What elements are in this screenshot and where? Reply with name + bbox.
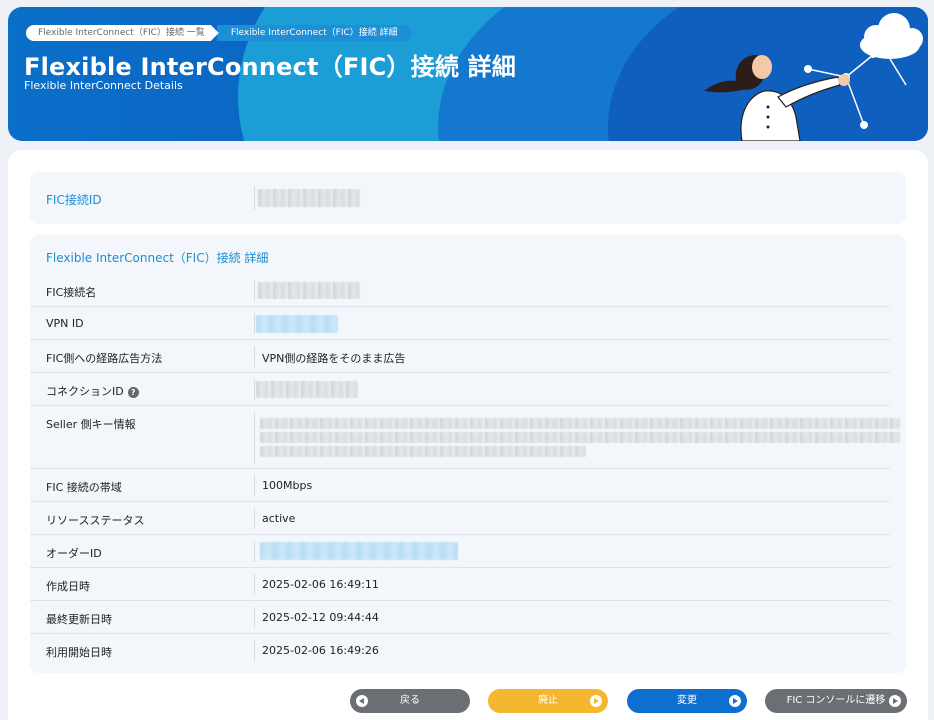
back-button-label: 戻る — [400, 695, 420, 706]
cancel-button[interactable]: 廃止 — [488, 689, 608, 713]
page-title: Flexible InterConnect（FIC）接続 詳細 — [24, 53, 516, 81]
updated-at-value: 2025-02-12 09:44:44 — [262, 611, 379, 624]
row-label: 最終更新日時 — [46, 613, 112, 626]
row-label: 作成日時 — [46, 580, 90, 593]
detail-card: Flexible InterConnect（FIC）接続 詳細 FIC接続名 V… — [30, 235, 906, 673]
row-label: FIC側への経路広告方法 — [46, 352, 163, 365]
arrow-left-icon — [356, 695, 368, 707]
resource-status-value: active — [262, 512, 296, 525]
detail-row-updated-at: 最終更新日時 2025-02-12 09:44:44 — [30, 601, 890, 634]
help-icon[interactable]: ? — [127, 387, 139, 398]
fic-id-card: FIC接続ID — [30, 172, 906, 224]
fic-console-button-label: FIC コンソールに遷移 — [786, 695, 886, 706]
divider — [254, 186, 255, 210]
divider — [254, 640, 255, 661]
row-label: FIC接続名 — [46, 286, 97, 299]
row-label: オーダーID — [46, 547, 102, 560]
divider — [254, 508, 255, 529]
divider — [254, 280, 255, 301]
arrow-right-icon — [590, 695, 602, 707]
order-id-link-redacted[interactable] — [260, 542, 458, 560]
divider — [254, 313, 255, 334]
seller-key-value-redacted — [260, 446, 586, 457]
breadcrumb: Flexible InterConnect（FIC）接続 一覧 Flexible… — [26, 25, 412, 41]
back-button[interactable]: 戻る — [350, 689, 470, 713]
fic-console-button[interactable]: FIC コンソールに遷移 — [765, 689, 907, 713]
detail-row-resource-status: リソースステータス active — [30, 502, 890, 535]
detail-row-created-at: 作成日時 2025-02-06 16:49:11 — [30, 568, 890, 601]
fic-name-value-redacted — [258, 282, 360, 299]
divider — [254, 346, 255, 367]
connection-id-label: コネクションID — [46, 385, 124, 398]
fic-id-label: FIC接続ID — [46, 193, 102, 207]
divider — [254, 475, 255, 496]
divider — [254, 574, 255, 595]
detail-row-connection-id: コネクションID? — [30, 373, 890, 406]
vpn-id-link-redacted[interactable] — [256, 315, 338, 333]
started-at-value: 2025-02-06 16:49:26 — [262, 644, 379, 657]
detail-row-route-advertise: FIC側への経路広告方法 VPN側の経路をそのまま広告 — [30, 340, 890, 373]
cancel-button-label: 廃止 — [538, 695, 558, 706]
divider — [254, 541, 255, 562]
arrow-right-icon — [729, 695, 741, 707]
arrow-right-icon — [889, 695, 901, 707]
route-advertise-value: VPN側の経路をそのまま広告 — [262, 352, 406, 365]
breadcrumb-item-current: Flexible InterConnect（FIC）接続 詳細 — [216, 25, 412, 41]
content-panel: FIC接続ID Flexible InterConnect（FIC）接続 詳細 … — [8, 150, 928, 720]
detail-row-bandwidth: FIC 接続の帯域 100Mbps — [30, 469, 890, 502]
row-label: VPN ID — [46, 317, 84, 330]
cloud-icon — [860, 13, 923, 59]
change-button-label: 変更 — [677, 695, 697, 706]
change-button[interactable]: 変更 — [627, 689, 747, 713]
breadcrumb-item-list[interactable]: Flexible InterConnect（FIC）接続 一覧 — [26, 25, 219, 41]
page-subtitle: Flexible InterConnect Details — [24, 79, 183, 92]
detail-heading: Flexible InterConnect（FIC）接続 詳細 — [46, 251, 269, 265]
row-label: FIC 接続の帯域 — [46, 481, 122, 494]
detail-row-seller-key: Seller 側キー情報 — [30, 406, 900, 469]
divider — [254, 607, 255, 628]
detail-row-vpn-id: VPN ID — [30, 307, 890, 340]
detail-row-order-id: オーダーID — [30, 535, 890, 568]
created-at-value: 2025-02-06 16:49:11 — [262, 578, 379, 591]
row-label: 利用開始日時 — [46, 646, 112, 659]
row-label: リソースステータス — [46, 514, 145, 527]
detail-row-started-at: 利用開始日時 2025-02-06 16:49:26 — [30, 634, 890, 667]
fic-id-value-redacted — [258, 189, 360, 207]
divider — [254, 412, 255, 464]
divider — [254, 379, 255, 400]
seller-key-value-redacted — [260, 418, 900, 429]
row-label: コネクションID? — [46, 383, 139, 399]
row-label: Seller 側キー情報 — [46, 418, 136, 431]
woman-with-cloud-illustration — [704, 13, 923, 141]
connection-id-value-redacted — [256, 381, 358, 398]
header-banner: Flexible InterConnect（FIC）接続 一覧 Flexible… — [8, 7, 928, 141]
detail-row-fic-name: FIC接続名 — [30, 274, 890, 307]
seller-key-value-redacted — [260, 432, 900, 443]
bandwidth-value: 100Mbps — [262, 479, 313, 492]
